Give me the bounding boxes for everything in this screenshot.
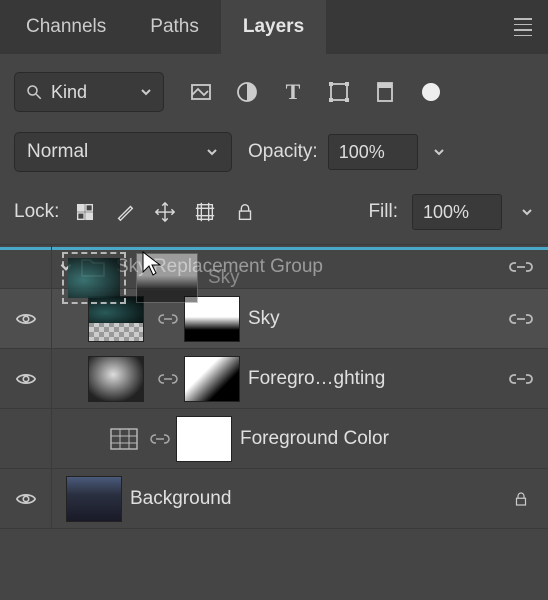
layer-mask-thumbnail[interactable]	[184, 356, 240, 402]
lock-brush-icon[interactable]	[113, 200, 137, 224]
folder-icon	[80, 256, 106, 278]
layer-row[interactable]: Background	[0, 469, 548, 529]
panel-menu-icon[interactable]	[508, 12, 538, 42]
visibility-toggle[interactable]	[0, 469, 52, 528]
visibility-toggle[interactable]	[0, 245, 52, 288]
eye-icon	[15, 488, 37, 510]
lock-position-icon[interactable]	[153, 200, 177, 224]
filter-kind-dropdown[interactable]: Kind	[14, 72, 164, 112]
smartobject-filter-icon[interactable]	[372, 79, 398, 105]
tab-paths[interactable]: Paths	[128, 0, 221, 54]
opacity-input[interactable]: 100%	[328, 134, 418, 170]
chevron-down-icon	[205, 145, 219, 159]
layers-list: Sky Replacement Group Sky Foregro…ghting	[0, 245, 548, 600]
visibility-toggle[interactable]	[0, 349, 52, 408]
layer-thumbnail[interactable]	[88, 296, 144, 342]
mask-link-icon[interactable]	[158, 312, 178, 326]
layer-name[interactable]: Foreground Color	[240, 428, 534, 450]
mask-link-icon[interactable]	[158, 372, 178, 386]
filter-type-icons: T	[188, 79, 444, 105]
search-icon	[25, 83, 43, 101]
chevron-down-icon	[139, 85, 153, 99]
layer-group-row[interactable]: Sky Replacement Group	[0, 245, 548, 289]
blend-mode-value: Normal	[27, 141, 205, 163]
layer-mask-thumbnail[interactable]	[176, 416, 232, 462]
eye-icon	[15, 308, 37, 330]
tab-channels[interactable]: Channels	[4, 0, 128, 54]
visibility-toggle[interactable]	[0, 409, 52, 468]
layers-panel: Channels Paths Layers Kind T Normal Opac…	[0, 0, 548, 600]
opacity-label: Opacity:	[248, 141, 318, 163]
chevron-down-icon[interactable]	[520, 205, 534, 219]
lock-all-icon[interactable]	[233, 200, 257, 224]
lock-pixels-icon[interactable]	[73, 200, 97, 224]
lock-artboard-icon[interactable]	[193, 200, 217, 224]
filter-kind-label: Kind	[51, 82, 131, 103]
tab-layers[interactable]: Layers	[221, 0, 326, 54]
link-icon[interactable]	[508, 257, 534, 277]
link-icon[interactable]	[508, 369, 534, 389]
fill-label: Fill:	[368, 201, 398, 223]
lock-icon[interactable]	[508, 489, 534, 509]
layer-name[interactable]: Sky	[248, 308, 500, 330]
blend-mode-dropdown[interactable]: Normal	[14, 132, 232, 172]
adjustment-filter-icon[interactable]	[234, 79, 260, 105]
blend-mode-row: Normal Opacity: 100%	[0, 122, 548, 182]
image-filter-icon[interactable]	[188, 79, 214, 105]
type-filter-icon[interactable]: T	[280, 79, 306, 105]
lock-row: Lock: Fill: 100%	[0, 182, 548, 245]
mask-link-icon[interactable]	[150, 432, 170, 446]
layer-name: Sky Replacement Group	[116, 256, 500, 278]
disclosure-triangle-icon[interactable]	[58, 259, 74, 275]
chevron-down-icon[interactable]	[432, 145, 446, 159]
layer-name[interactable]: Background	[130, 488, 500, 510]
shape-filter-icon[interactable]	[326, 79, 352, 105]
layer-row[interactable]: Foreground Color	[0, 409, 548, 469]
layer-thumbnail[interactable]	[66, 476, 122, 522]
link-icon[interactable]	[508, 309, 534, 329]
filter-toggle-icon[interactable]	[418, 79, 444, 105]
eye-icon	[15, 368, 37, 390]
tab-bar: Channels Paths Layers	[0, 0, 548, 54]
layer-thumbnail[interactable]	[88, 356, 144, 402]
lock-label: Lock:	[14, 201, 59, 223]
visibility-toggle[interactable]	[0, 289, 52, 348]
layer-row[interactable]: Sky	[0, 289, 548, 349]
layer-row[interactable]: Foregro…ghting	[0, 349, 548, 409]
adjustment-icon	[110, 428, 138, 450]
layer-filter-row: Kind T	[0, 54, 548, 122]
layer-name[interactable]: Foregro…ghting	[248, 368, 500, 390]
fill-input[interactable]: 100%	[412, 194, 502, 230]
layer-mask-thumbnail[interactable]	[184, 296, 240, 342]
